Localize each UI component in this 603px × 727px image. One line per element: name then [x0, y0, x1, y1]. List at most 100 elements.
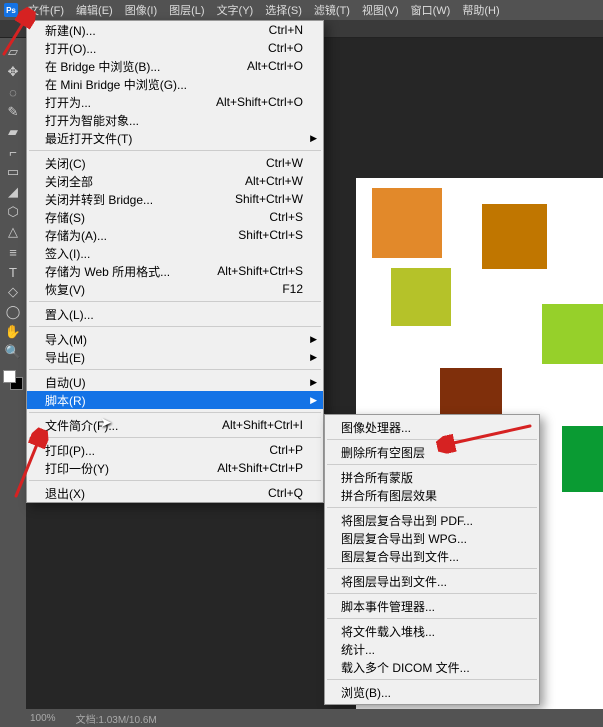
menu-item[interactable]: 新建(N)...Ctrl+N	[27, 21, 323, 39]
submenu-arrow-icon: ▶	[310, 377, 317, 388]
tool-icon[interactable]: △	[3, 222, 23, 242]
menu-item-label: 打开为智能对象...	[45, 112, 139, 129]
menu-item[interactable]: 关闭全部Alt+Ctrl+W	[27, 172, 323, 190]
menu-item[interactable]: 打印(P)... Ctrl+P	[27, 441, 323, 459]
menu-image[interactable]: 图像(I)	[119, 0, 163, 20]
tools-panel: ▱✥◌✎▰⌐▭◢⬡△≡T◇◯✋🔍	[0, 38, 26, 709]
menu-item[interactable]: 存储为(A)...Shift+Ctrl+S	[27, 226, 323, 244]
menu-item-label: 存储(S)	[45, 209, 85, 226]
menu-separator	[327, 439, 537, 440]
tool-icon[interactable]: ▰	[3, 122, 23, 142]
menu-item[interactable]: 恢复(V)F12	[27, 280, 323, 298]
menu-layer[interactable]: 图层(L)	[163, 0, 210, 20]
menu-help[interactable]: 帮助(H)	[456, 0, 505, 20]
menu-item-label: 在 Bridge 中浏览(B)...	[45, 58, 160, 75]
submenu-item[interactable]: 拼合所有蒙版	[325, 468, 539, 486]
menu-shortcut: Ctrl+S	[269, 210, 303, 224]
tool-icon[interactable]: ⬡	[3, 202, 23, 222]
menu-shortcut: Ctrl+Q	[268, 486, 303, 500]
menu-view[interactable]: 视图(V)	[356, 0, 405, 20]
menu-item[interactable]: 文件简介(F)...Alt+Shift+Ctrl+I	[27, 416, 323, 434]
color-square	[562, 426, 603, 492]
menu-item-label: 恢复(V)	[45, 281, 85, 298]
submenu-item[interactable]: 将图层导出到文件...	[325, 572, 539, 590]
menu-window[interactable]: 窗口(W)	[405, 0, 457, 20]
tool-icon[interactable]: ◌	[3, 82, 23, 102]
menu-item[interactable]: 打开(O)...Ctrl+O	[27, 39, 323, 57]
tool-icon[interactable]: ▱	[3, 42, 23, 62]
tool-icon[interactable]: T	[3, 262, 23, 282]
menu-item[interactable]: 最近打开文件(T)▶	[27, 129, 323, 147]
menu-item[interactable]: 在 Mini Bridge 中浏览(G)...	[27, 75, 323, 93]
menu-item-label: 最近打开文件(T)	[45, 130, 132, 147]
menu-item[interactable]: 打开为...Alt+Shift+Ctrl+O	[27, 93, 323, 111]
menu-shortcut: Ctrl+P	[269, 443, 303, 457]
tool-icon[interactable]: ✥	[3, 62, 23, 82]
tool-icon[interactable]: ◢	[3, 182, 23, 202]
tool-icon[interactable]: ≡	[3, 242, 23, 262]
submenu-item[interactable]: 图层复合导出到 WPG...	[325, 529, 539, 547]
menu-shortcut: Ctrl+N	[269, 23, 303, 37]
tool-icon[interactable]: ⌐	[3, 142, 23, 162]
submenu-item[interactable]: 图像处理器...	[325, 418, 539, 436]
menu-item[interactable]: 存储为 Web 所用格式...Alt+Shift+Ctrl+S	[27, 262, 323, 280]
submenu-arrow-icon: ▶	[310, 352, 317, 363]
submenu-item[interactable]: 拼合所有图层效果	[325, 486, 539, 504]
submenu-arrow-icon: ▶	[310, 395, 317, 406]
menu-item[interactable]: 导入(M)▶	[27, 330, 323, 348]
menu-item-label: 关闭并转到 Bridge...	[45, 191, 153, 208]
submenu-item[interactable]: 浏览(B)...	[325, 683, 539, 701]
tool-icon[interactable]: ▭	[3, 162, 23, 182]
tool-icon[interactable]: ◇	[3, 282, 23, 302]
submenu-arrow-icon: ▶	[310, 334, 317, 345]
menu-item[interactable]: 脚本(R)▶	[27, 391, 323, 409]
menu-item-label: 打印(P)...	[45, 442, 95, 459]
submenu-item[interactable]: 脚本事件管理器...	[325, 597, 539, 615]
menu-item[interactable]: 存储(S) Ctrl+S	[27, 208, 323, 226]
submenu-item-label: 拼合所有蒙版	[341, 469, 413, 486]
submenu-item-label: 将文件载入堆栈...	[341, 623, 435, 640]
submenu-item[interactable]: 统计...	[325, 640, 539, 658]
color-swatch[interactable]	[3, 370, 23, 390]
submenu-item-label: 图像处理器...	[341, 419, 411, 436]
zoom-level: 100%	[30, 713, 56, 724]
menu-select[interactable]: 选择(S)	[259, 0, 308, 20]
doc-size: 文档:1.03M/10.6M	[76, 711, 157, 726]
menu-item[interactable]: 打开为智能对象...	[27, 111, 323, 129]
menu-item-label: 存储为 Web 所用格式...	[45, 263, 170, 280]
menu-edit[interactable]: 编辑(E)	[70, 0, 119, 20]
submenu-item[interactable]: 载入多个 DICOM 文件...	[325, 658, 539, 676]
menu-separator	[29, 150, 321, 151]
color-square	[482, 204, 547, 269]
tool-icon[interactable]: ✎	[3, 102, 23, 122]
menu-shortcut: Alt+Shift+Ctrl+P	[217, 461, 303, 475]
menu-item[interactable]: 签入(I)...	[27, 244, 323, 262]
menu-item[interactable]: 在 Bridge 中浏览(B)...Alt+Ctrl+O	[27, 57, 323, 75]
menu-type[interactable]: 文字(Y)	[211, 0, 260, 20]
menu-shortcut: Alt+Shift+Ctrl+I	[222, 418, 303, 432]
menu-file[interactable]: 文件(F)	[22, 0, 70, 20]
menubar: Ps 文件(F) 编辑(E) 图像(I) 图层(L) 文字(Y) 选择(S) 滤…	[0, 0, 603, 20]
tool-icon[interactable]: 🔍	[3, 342, 23, 362]
tool-icon[interactable]: ◯	[3, 302, 23, 322]
menu-item[interactable]: 自动(U)▶	[27, 373, 323, 391]
submenu-item[interactable]: 将文件载入堆栈...	[325, 622, 539, 640]
menu-separator	[29, 412, 321, 413]
submenu-item[interactable]: 图层复合导出到文件...	[325, 547, 539, 565]
menu-item-label: 打印一份(Y)	[45, 460, 109, 477]
menu-item[interactable]: 置入(L)...	[27, 305, 323, 323]
submenu-item[interactable]: 将图层复合导出到 PDF...	[325, 511, 539, 529]
menu-filter[interactable]: 滤镜(T)	[308, 0, 356, 20]
submenu-item-label: 统计...	[341, 641, 375, 658]
menu-item[interactable]: 关闭并转到 Bridge...Shift+Ctrl+W	[27, 190, 323, 208]
menu-item-label: 存储为(A)...	[45, 227, 107, 244]
menu-separator	[327, 593, 537, 594]
foreground-color[interactable]	[3, 370, 16, 383]
submenu-item[interactable]: 删除所有空图层	[325, 443, 539, 461]
menu-separator	[327, 618, 537, 619]
menu-item[interactable]: 关闭(C)Ctrl+W	[27, 154, 323, 172]
menu-item[interactable]: 导出(E)▶	[27, 348, 323, 366]
menu-item[interactable]: 退出(X)Ctrl+Q	[27, 484, 323, 502]
tool-icon[interactable]: ✋	[3, 322, 23, 342]
menu-item[interactable]: 打印一份(Y) Alt+Shift+Ctrl+P	[27, 459, 323, 477]
